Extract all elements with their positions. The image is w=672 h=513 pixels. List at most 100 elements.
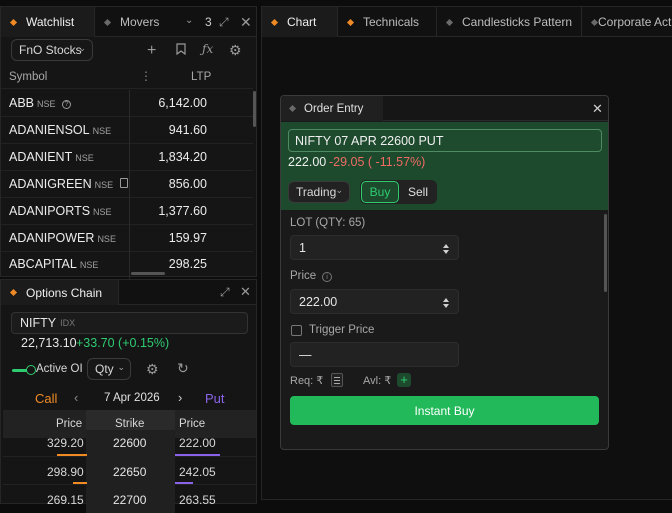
movers-icon	[103, 18, 112, 27]
instrument-field[interactable]: NIFTY 07 APR 22600 PUT	[288, 129, 602, 152]
row-ltp: 298.25	[168, 257, 207, 271]
active-oi-label: Active OI	[36, 363, 83, 375]
lot-label: LOT (QTY: 65)	[290, 217, 366, 229]
sell-button[interactable]: Sell	[400, 181, 436, 203]
buy-label: Buy	[369, 185, 391, 199]
row-exchange: NSE	[37, 99, 56, 109]
trigger-checkbox[interactable]	[291, 325, 302, 336]
lot-value: 1	[299, 240, 306, 255]
options-chain-title: Options Chain	[26, 285, 103, 300]
order-entry-title: Order Entry	[304, 102, 364, 115]
chevron-right-icon[interactable]: ›	[178, 390, 182, 405]
add-funds-icon[interactable]: +	[397, 373, 411, 387]
tab-movers[interactable]: Movers ⌄ 3 ⤢ ✕	[95, 7, 258, 37]
row-exchange: NSE	[93, 207, 112, 217]
chevron-down-icon: ⌄	[335, 185, 343, 195]
instrument-name: NIFTY 07 APR 22600 PUT	[295, 133, 444, 148]
info-icon[interactable]: i	[322, 272, 332, 282]
expand-icon[interactable]: ⤢	[220, 285, 230, 300]
price-value: 222.00	[299, 294, 338, 309]
column-divider	[129, 225, 130, 252]
order-entry-icon	[288, 104, 297, 113]
refresh-icon[interactable]: ↻	[177, 360, 189, 377]
group-select-value: FnO Stocks	[19, 43, 82, 57]
put-label[interactable]: Put	[205, 391, 225, 406]
clipboard-icon[interactable]	[331, 373, 343, 387]
row-symbol: ADANIENSOL	[9, 123, 90, 137]
active-oi-toggle[interactable]	[12, 364, 36, 376]
tab-candlesticks[interactable]: Candlesticks Pattern	[437, 7, 582, 37]
add-icon[interactable]: +	[147, 42, 156, 60]
close-icon[interactable]: ✕	[240, 14, 252, 31]
table-row[interactable]: ADANIPOWER NSE 159.97	[1, 225, 253, 252]
column-strike: Strike	[115, 418, 145, 430]
call-oi-bar	[73, 482, 87, 484]
row-symbol: ADANIPOWER	[9, 231, 95, 245]
symbol-search-input[interactable]: NIFTY IDX	[11, 312, 248, 334]
tab-chart[interactable]: Chart	[262, 7, 338, 37]
tab-watchlist-label: Watchlist	[26, 15, 75, 29]
table-row[interactable]: ABCAPITAL NSE 298.25	[1, 252, 253, 279]
stepper-icon[interactable]	[442, 243, 450, 255]
table-row[interactable]: 298.90 22650 242.05	[3, 457, 256, 485]
trigger-price-input[interactable]: —	[290, 342, 459, 367]
order-type-value: Trading	[296, 185, 337, 199]
spot-price: 22,713.10	[21, 336, 77, 350]
lot-input[interactable]: 1	[290, 235, 459, 260]
table-row[interactable]: ADANIENSOL NSE 941.60	[1, 117, 253, 144]
order-entry-titlebar[interactable]: Order Entry ✕	[281, 96, 608, 121]
strike-price: 22650	[113, 465, 147, 479]
instant-buy-label: Instant Buy	[414, 403, 475, 418]
tab-corporate-actions[interactable]: Corporate Acti	[582, 7, 672, 37]
tab-corporate-actions-label: Corporate Acti	[598, 15, 672, 29]
dialog-scrollbar[interactable]	[604, 214, 607, 292]
close-icon[interactable]: ✕	[240, 284, 251, 300]
table-row[interactable]: ABB NSE ? 6,142.00	[1, 90, 253, 117]
buy-button[interactable]: Buy	[361, 181, 399, 203]
symbol-value: NIFTY	[20, 316, 57, 330]
technicals-icon	[346, 18, 355, 27]
tab-watchlist[interactable]: Watchlist	[1, 7, 95, 37]
close-icon[interactable]: ✕	[592, 101, 603, 117]
put-price: 263.55	[179, 493, 216, 507]
required-margin-label: Req: ₹	[290, 375, 324, 387]
price-label: Price	[290, 270, 317, 282]
row-exchange: NSE	[94, 180, 114, 190]
call-label[interactable]: Call	[35, 391, 57, 406]
put-price: 222.00	[179, 436, 216, 450]
group-select[interactable]: FnO Stocks ⌄	[11, 39, 93, 61]
instant-buy-button[interactable]: Instant Buy	[290, 396, 599, 425]
table-row[interactable]: ADANIGREEN NSE 856.00	[1, 171, 253, 198]
watchlist-panel: Watchlist Movers ⌄ 3 ⤢ ✕ FnO Stocks ⌄ + …	[0, 6, 258, 279]
chevron-down-icon[interactable]: ⌄	[185, 15, 193, 26]
column-divider	[129, 117, 130, 144]
bookmark-icon[interactable]	[176, 43, 186, 55]
stepper-icon[interactable]	[442, 297, 450, 309]
vertical-scrollbar[interactable]	[253, 91, 256, 127]
table-row[interactable]: ADANIPORTS NSE 1,377.60	[1, 198, 253, 225]
expiry-label[interactable]: 7 Apr 2026	[104, 392, 160, 404]
kebab-menu-icon[interactable]: ⋮	[140, 69, 152, 83]
chevron-left-icon[interactable]: ‹	[74, 390, 78, 405]
price-input[interactable]: 222.00	[290, 289, 459, 314]
qty-select[interactable]: Qty ⌄	[87, 358, 131, 380]
row-ltp: 941.60	[168, 123, 207, 137]
gear-icon[interactable]: ⚙	[146, 361, 159, 378]
put-oi-bar	[175, 482, 193, 484]
expand-icon[interactable]: ⤢	[219, 15, 229, 30]
call-price: 329.20	[47, 436, 84, 450]
table-row[interactable]: 269.15 22700 263.55	[3, 485, 256, 513]
row-ltp: 1,834.20	[158, 150, 207, 164]
row-symbol: ADANIPORTS	[9, 204, 91, 218]
table-row[interactable]: 329.20 22600 222.00	[3, 430, 256, 457]
watchlist-header: Symbol ⋮ LTP	[1, 67, 253, 89]
table-row[interactable]: ADANIENT NSE 1,834.20	[1, 144, 253, 171]
formula-icon[interactable]: ƒx	[202, 42, 213, 56]
tab-technicals[interactable]: Technicals	[338, 7, 437, 37]
gear-icon[interactable]: ⚙	[229, 42, 242, 59]
order-type-select[interactable]: Trading ⌄	[288, 181, 350, 203]
column-symbol: Symbol	[9, 71, 48, 83]
tab-options-chain[interactable]: Options Chain	[1, 280, 119, 305]
call-price: 269.15	[47, 493, 84, 507]
horizontal-scrollbar[interactable]	[131, 272, 165, 275]
